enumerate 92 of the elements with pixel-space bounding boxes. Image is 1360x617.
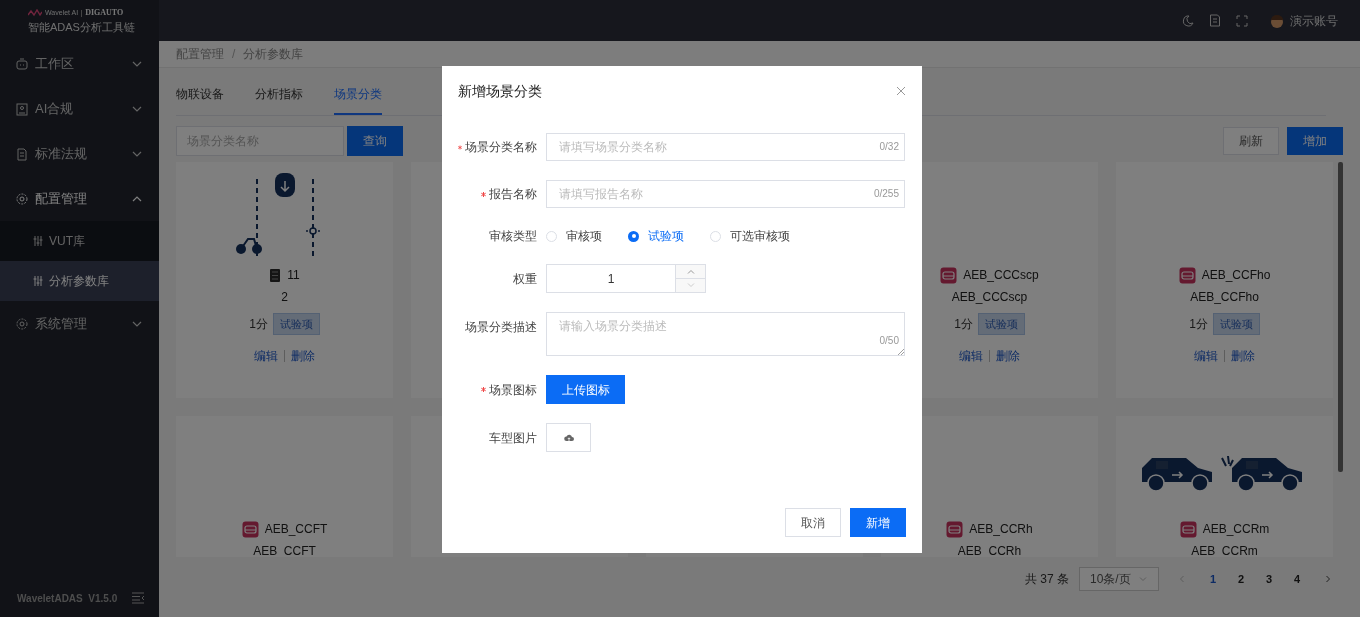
car-icon [241, 520, 259, 538]
item-type-tag: 试验项 [977, 313, 1025, 335]
field-label: 权重 [513, 270, 537, 288]
card-title: AEB_CCCscp [963, 267, 1039, 284]
card-link[interactable]: 删除 [996, 347, 1020, 365]
app-title: 智能ADAS分析工具链 [28, 20, 136, 34]
field-label: 场景分类描述 [465, 319, 537, 336]
character-counter: 0/50 [879, 334, 899, 348]
breadcrumb-separator: / [232, 46, 236, 63]
radio-option[interactable]: 试验项 [628, 227, 684, 245]
card-link[interactable]: 编辑 [1194, 347, 1218, 365]
page-button[interactable]: 2 [1227, 567, 1255, 591]
upload-button[interactable]: 上传图标 [546, 375, 625, 404]
tab[interactable]: 分析指标 [255, 83, 303, 115]
card-title: AEB_CCFho [1201, 267, 1271, 284]
gear-icon [15, 316, 29, 331]
account-menu[interactable]: 演示账号 [1269, 11, 1338, 30]
sidebar-item[interactable]: 工作区 [0, 41, 159, 86]
tab[interactable]: 物联设备 [176, 83, 224, 115]
collapse-menu-icon[interactable] [131, 592, 145, 604]
search-button[interactable]: 查询 [347, 126, 403, 156]
car-icon [1179, 520, 1197, 538]
card-subtitle: AEB_CCRh [957, 543, 1022, 557]
card-link[interactable]: 编辑 [959, 347, 983, 365]
cloud-upload-icon [563, 433, 574, 442]
field-label: 报告名称 [489, 186, 537, 203]
score-label: 1分 [249, 316, 268, 333]
total-count: 共 37 条 [1025, 571, 1069, 588]
upload-image-button[interactable] [546, 423, 591, 452]
car-icon [946, 520, 964, 538]
card-link[interactable]: 删除 [291, 347, 315, 365]
radio-option[interactable]: 可选审核项 [710, 227, 790, 245]
resize-handle-icon [898, 349, 904, 355]
wave-logo-icon [28, 9, 42, 17]
sliders-icon [32, 235, 44, 247]
dialog-title: 新增场景分类 [458, 81, 542, 101]
sidebar-subitem[interactable]: VUT库 [0, 221, 159, 261]
robot-icon [15, 56, 29, 71]
action-button[interactable]: 刷新 [1223, 127, 1279, 155]
item-type-tag: 试验项 [1212, 313, 1260, 335]
page-button[interactable]: 1 [1199, 567, 1227, 591]
avatar-icon [1269, 12, 1285, 29]
field-label: 审核类型 [489, 228, 537, 245]
page-button[interactable]: 3 [1255, 567, 1283, 591]
increment-icon[interactable] [686, 269, 695, 274]
tab[interactable]: 场景分类 [334, 83, 382, 115]
page-button[interactable]: 4 [1283, 567, 1311, 591]
cabinet-icon [269, 267, 282, 283]
next-page-icon[interactable] [1323, 574, 1333, 584]
field-label: 场景分类名称 [465, 139, 537, 156]
card-subtitle: AEB_CCFho [1190, 289, 1259, 306]
dialog-button[interactable]: 取消 [785, 508, 841, 537]
id-card-icon [15, 101, 29, 116]
action-button[interactable]: 增加 [1287, 127, 1343, 155]
score-label: 1分 [954, 316, 973, 333]
document-icon[interactable] [1209, 14, 1221, 27]
car-icon [1178, 266, 1196, 284]
sidebar-item[interactable]: AI合规 [0, 86, 159, 131]
card-subtitle: AEB_CCFT [253, 543, 316, 557]
card-title: AEB_CCRm [1202, 521, 1270, 538]
card-subtitle: AEB_CCCscp [951, 289, 1028, 306]
field-label: 场景图标 [489, 381, 537, 399]
card-link[interactable]: 编辑 [254, 347, 278, 365]
brand-name: DIGAUTO [85, 7, 124, 19]
sidebar-item[interactable]: 标准法规 [0, 131, 159, 176]
card-subtitle: 2 [281, 289, 288, 306]
dialog-button[interactable]: 新增 [850, 508, 906, 537]
item-type-tag: 试验项 [272, 313, 320, 335]
moon-icon[interactable] [1182, 14, 1194, 27]
car-icon [940, 266, 958, 284]
radio-option[interactable]: 审核项 [546, 227, 602, 245]
version-label: WaveletADAS V1.5.0 [17, 591, 118, 606]
card-title: AEB_CCFT [264, 521, 328, 538]
sidebar-subitem[interactable]: 分析参数库 [0, 261, 159, 301]
page-size-select[interactable]: 10条/页 [1079, 567, 1159, 591]
sidebar-item[interactable]: 配置管理 [0, 176, 159, 221]
card-title: AEB_CCRh [969, 521, 1033, 538]
score-label: 1分 [1189, 316, 1208, 333]
character-counter: 0/255 [873, 188, 899, 200]
card-link[interactable]: 删除 [1231, 347, 1255, 365]
number-field[interactable]: 1 [546, 264, 706, 293]
gear-icon [15, 191, 29, 206]
sliders-icon [32, 275, 44, 287]
character-counter: 0/32 [879, 141, 899, 153]
sidebar-item[interactable]: 系统管理 [0, 301, 159, 346]
card-title: 11 [287, 267, 300, 284]
field-label: 车型图片 [489, 429, 537, 447]
document-icon [15, 146, 29, 161]
fullscreen-icon[interactable] [1236, 14, 1248, 27]
card-subtitle: AEB_CCRm [1191, 543, 1258, 557]
close-icon[interactable] [896, 86, 906, 96]
scrollbar-thumb[interactable] [1338, 162, 1343, 472]
